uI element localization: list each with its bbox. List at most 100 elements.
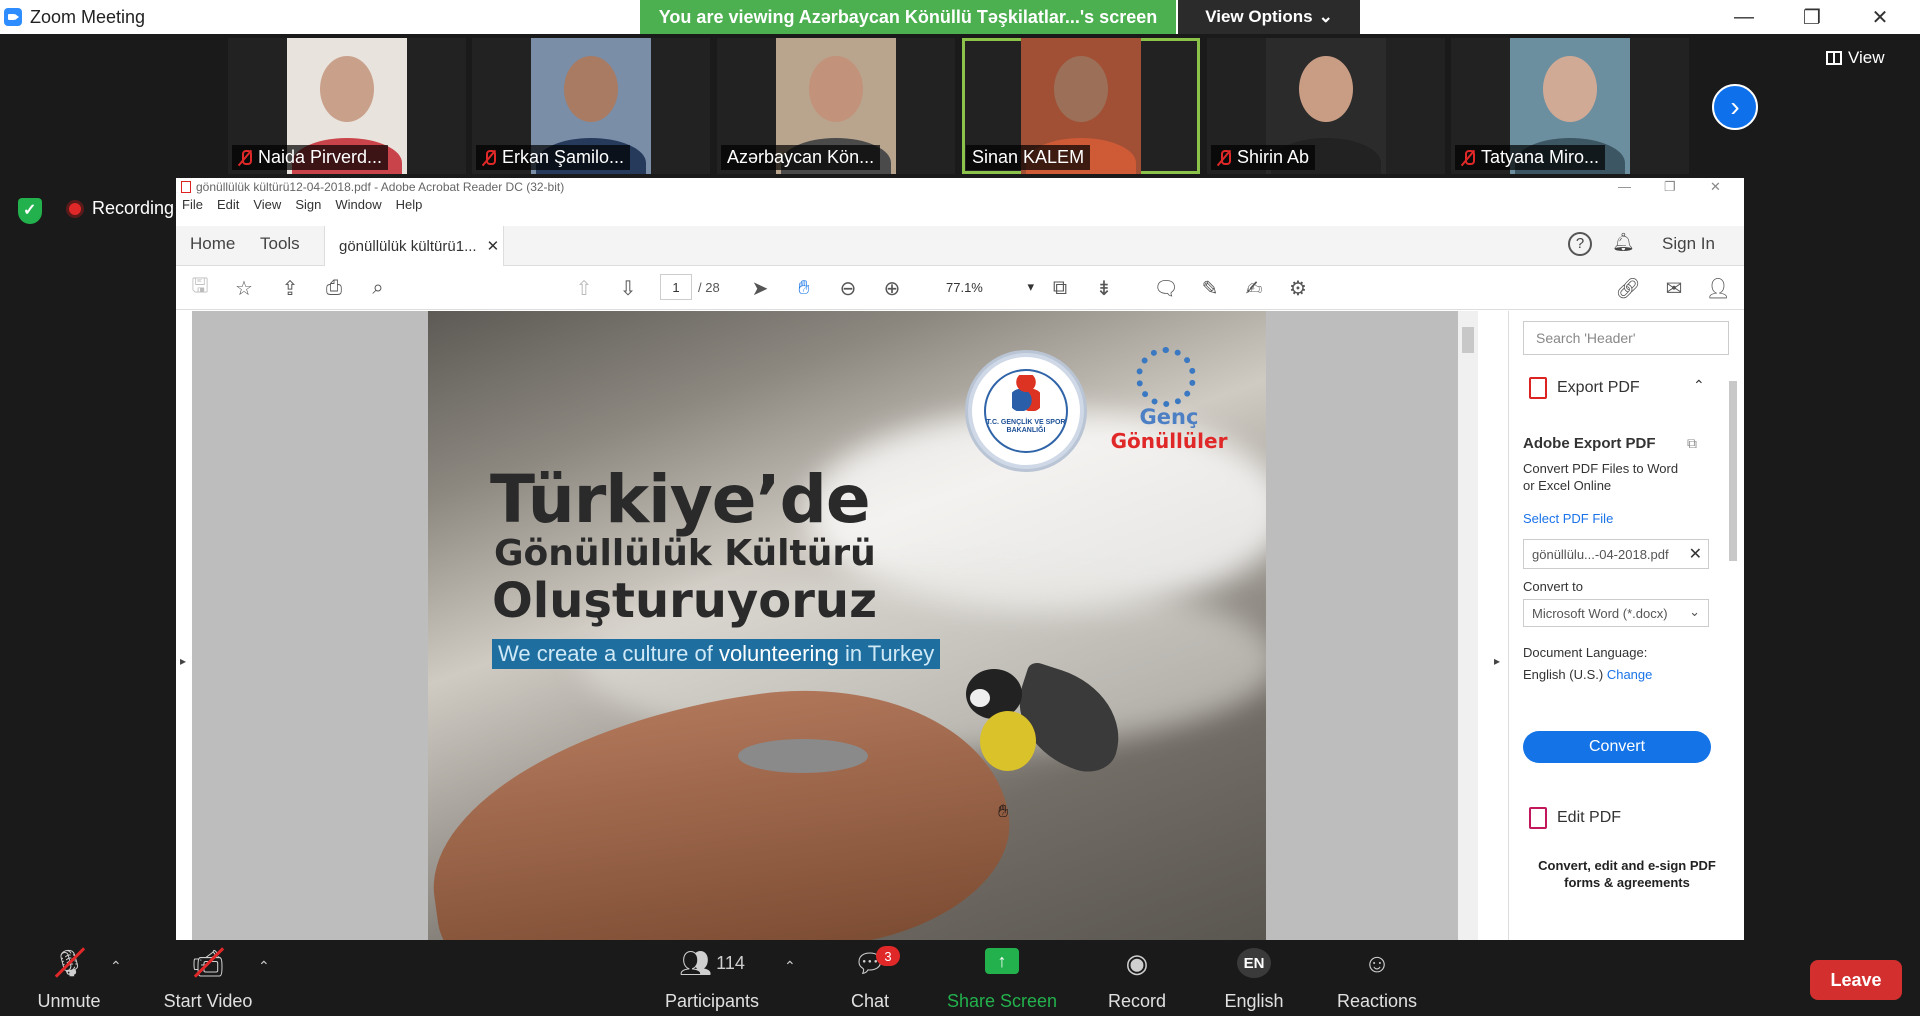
add-user-icon[interactable]: 👤︎ <box>1705 276 1730 300</box>
panel-scrollbar[interactable] <box>1727 365 1739 865</box>
zoom-in-icon[interactable]: ⊕ <box>880 276 904 300</box>
video-options-caret-icon[interactable]: ⌃ <box>258 958 270 975</box>
close-tab-icon[interactable]: ✕ <box>487 237 500 255</box>
panel-search-input[interactable]: Search 'Header' <box>1523 321 1729 355</box>
zoom-value: 77.1% <box>946 279 983 295</box>
acrobat-minimize-button[interactable]: — <box>1618 178 1631 196</box>
search-zoom-icon[interactable]: ⌕ <box>366 276 390 300</box>
sign-in-link[interactable]: Sign In <box>1662 234 1715 254</box>
language-interpretation-button[interactable]: EN English <box>1214 940 1294 1016</box>
security-shield-icon[interactable] <box>18 198 42 224</box>
participant-tile[interactable]: Tatyana Miro... <box>1451 38 1689 174</box>
recording-indicator[interactable]: Recording <box>66 198 174 219</box>
hand-tool-icon[interactable]: ✋︎ <box>792 276 816 300</box>
scroll-mode-icon[interactable]: ⇟ <box>1092 276 1116 300</box>
participants-button[interactable]: 👥︎ 114 Participants <box>660 940 764 1016</box>
minimize-button[interactable]: — <box>1710 0 1778 34</box>
zoom-out-icon[interactable]: ⊖ <box>836 276 860 300</box>
tab-tools[interactable]: Tools <box>260 234 300 254</box>
language-row: English (U.S.) Change <box>1523 667 1652 682</box>
participant-count: 114 <box>716 952 745 973</box>
select-file-link[interactable]: Select PDF File <box>1523 511 1613 526</box>
bird-image <box>956 660 1136 780</box>
link-icon[interactable]: 🔗︎ <box>1615 276 1640 300</box>
highlight-pen-icon[interactable]: ✎ <box>1198 276 1222 300</box>
participant-name-tag: Naida Pirverd... <box>232 145 389 170</box>
next-page-button[interactable]: › <box>1712 84 1758 130</box>
menu-edit[interactable]: Edit <box>217 196 239 214</box>
change-language-link[interactable]: Change <box>1607 667 1653 682</box>
menu-window[interactable]: Window <box>335 196 381 214</box>
participant-name-tag: Azərbaycan Kön... <box>721 145 881 170</box>
view-options-button[interactable]: View Options ⌄ <box>1178 0 1360 34</box>
upload-icon[interactable]: ⇪ <box>278 276 302 300</box>
reactions-button[interactable]: ☺︎ Reactions <box>1334 940 1420 1016</box>
leave-button[interactable]: Leave <box>1810 960 1902 1000</box>
tab-document[interactable]: gönüllülük kültürü1... ✕ <box>324 226 504 266</box>
right-panel-toggle-icon[interactable]: ▸ <box>1494 654 1500 668</box>
viewer-scrollbar[interactable] <box>1458 311 1478 940</box>
pdf-page: Türkiye’de Gönüllülük Kültürü Oluşturuyo… <box>428 311 1266 940</box>
acrobat-close-button[interactable]: ✕ <box>1710 178 1721 196</box>
format-select[interactable]: Microsoft Word (*.docx) ⌄ <box>1523 599 1709 627</box>
export-desc1: Convert PDF Files to Word <box>1523 461 1679 476</box>
acrobat-restore-button[interactable]: ❐ <box>1664 178 1676 196</box>
save-icon[interactable]: 🖫 <box>188 275 212 300</box>
participant-tile[interactable]: Erkan Şamilo... <box>472 38 710 174</box>
left-panel-toggle-icon[interactable]: ▸ <box>180 654 186 668</box>
collapse-caret-icon[interactable]: ⌃ <box>1693 377 1705 394</box>
participant-tile[interactable]: Azərbaycan Kön... <box>717 38 955 174</box>
format-value: Microsoft Word (*.docx) <box>1532 606 1668 621</box>
participants-caret-icon[interactable]: ⌃ <box>784 958 796 975</box>
fit-page-icon[interactable]: ⧉ <box>1048 276 1072 300</box>
edit-pdf-item[interactable]: Edit PDF <box>1529 807 1621 829</box>
close-button[interactable]: ✕ <box>1846 0 1914 34</box>
participant-tile[interactable]: Naida Pirverd... <box>228 38 466 174</box>
help-icon[interactable]: ? <box>1568 232 1592 256</box>
email-icon[interactable]: ✉ <box>1662 276 1686 300</box>
tab-home[interactable]: Home <box>190 234 235 254</box>
clear-file-icon[interactable]: ✕ <box>1689 544 1702 564</box>
participant-face <box>1299 56 1353 122</box>
participant-name: Erkan Şamilo... <box>502 147 625 167</box>
audio-options-caret-icon[interactable]: ⌃ <box>110 958 122 975</box>
muted-mic-icon <box>1461 149 1475 167</box>
menu-help[interactable]: Help <box>396 196 423 214</box>
export-pdf-header[interactable]: Export PDF <box>1529 377 1640 399</box>
menu-sign[interactable]: Sign <box>295 196 321 214</box>
doc-title-line2: Gönüllülük Kültürü <box>494 533 876 574</box>
selected-file-field[interactable]: gönüllülu...-04-2018.pdf ✕ <box>1523 539 1709 569</box>
print-icon[interactable]: ⎙ <box>322 276 346 300</box>
menu-file[interactable]: File <box>182 196 203 214</box>
menu-view[interactable]: View <box>253 196 281 214</box>
copy-icon[interactable]: ⧉ <box>1687 435 1697 452</box>
sign-icon[interactable]: ✍︎ <box>1242 276 1266 300</box>
restore-button[interactable]: ❐ <box>1778 0 1846 34</box>
page-number-input[interactable]: 1 <box>660 274 692 300</box>
participant-tile[interactable]: Sinan KALEM <box>962 38 1200 174</box>
share-screen-button[interactable]: ↑ Share Screen <box>946 940 1058 1016</box>
convert-button[interactable]: Convert <box>1523 731 1711 763</box>
participants-label: Participants <box>664 991 760 1011</box>
chevron-down-icon: ⌄ <box>1689 604 1700 619</box>
participant-name-tag: Tatyana Miro... <box>1455 145 1606 170</box>
export-desc2: or Excel Online <box>1523 478 1612 493</box>
view-button[interactable]: View <box>1826 48 1885 68</box>
comment-icon[interactable]: 🗨︎ <box>1153 276 1178 300</box>
language-label: English <box>1224 991 1284 1011</box>
viewing-banner: You are viewing Azərbaycan Könüllü Təşki… <box>640 0 1176 34</box>
record-button[interactable]: ◉ Record <box>1102 940 1172 1016</box>
participant-tile[interactable]: Shirin Ab <box>1207 38 1445 174</box>
chat-label: Chat <box>850 991 890 1011</box>
page-up-icon[interactable]: ⇧ <box>572 276 596 300</box>
unmute-button[interactable]: 🎙︎ Unmute <box>26 940 112 1016</box>
start-video-button[interactable]: 📹︎ Start Video <box>158 940 258 1016</box>
page-down-icon[interactable]: ⇩ <box>616 276 640 300</box>
zoom-select[interactable]: 77.1% ▾ <box>940 274 1040 300</box>
select-cursor-icon[interactable]: ➤ <box>748 276 772 300</box>
edit-pdf-icon <box>1529 807 1547 829</box>
bookmark-star-icon[interactable]: ☆ <box>232 276 256 300</box>
edit-tools-icon[interactable]: ⚙︎ <box>1286 276 1310 300</box>
notification-bell-icon[interactable]: 🔔︎ <box>1612 232 1635 253</box>
footer-line1: Convert, edit and e-sign PDF <box>1538 858 1716 873</box>
